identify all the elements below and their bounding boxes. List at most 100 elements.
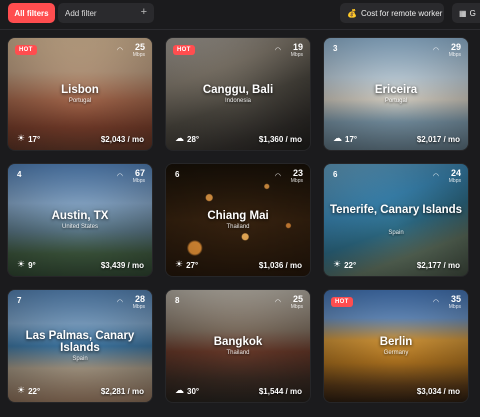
country-name: Spain (388, 230, 404, 236)
hot-badge: HOT (173, 45, 195, 55)
divider (0, 29, 480, 30)
hot-badge: HOT (15, 45, 37, 55)
country-name: Thailand (226, 224, 250, 230)
sun-icon: ☀ (17, 385, 26, 395)
wifi-icon: ◠ (274, 173, 281, 180)
wifi-speed: ◠ 28 Mbps (117, 295, 145, 311)
city-card-chiang-mai[interactable]: 6 ◠ 23 Mbps Chiang Mai Thailand ☀ 27° $1,03… (166, 164, 310, 276)
cloud-icon: ☁ (333, 133, 342, 143)
city-name: Las Palmas, Canary Islands (25, 330, 135, 354)
wifi-speed: ◠ 24 Mbps (433, 168, 461, 185)
monthly-cost: $2,281 / mo (100, 387, 144, 396)
city-card-ericeira[interactable]: 3 ◠ 29 Mbps Ericeira Portugal ☁ 17° $2,017 … (324, 38, 468, 150)
wifi-value: 29 (450, 42, 461, 52)
temperature: 27° (186, 261, 199, 270)
city-name: Ericeira (374, 84, 418, 96)
wifi-icon: ◠ (274, 299, 281, 306)
monthly-cost: $2,017 / mo (416, 135, 460, 144)
monthly-cost: $1,036 / mo (258, 261, 302, 270)
monthly-cost: $1,544 / mo (258, 387, 302, 396)
wifi-value: 25 (134, 42, 145, 52)
city-name: Austin, TX (51, 210, 109, 222)
rank-number: 4 (17, 170, 22, 179)
money-bag-icon: 💰 (347, 8, 357, 18)
partial-filter-label: G (469, 8, 476, 18)
city-name: Berlin (379, 336, 413, 348)
monthly-cost: $3,034 / mo (416, 387, 460, 396)
add-filter-label: Add filter (65, 8, 97, 18)
monthly-cost: $1,360 / mo (258, 135, 302, 144)
country-name: Germany (383, 350, 409, 356)
temperature: 9° (28, 261, 36, 270)
wifi-unit: Mbps (290, 178, 303, 184)
weather: ☀ 17° (17, 133, 40, 144)
rank-number: 6 (175, 170, 180, 179)
plus-icon: + (140, 6, 147, 18)
sun-icon: ☀ (175, 259, 184, 269)
country-name: Spain (72, 356, 88, 362)
wifi-speed: ◠ 25 Mbps (117, 42, 145, 59)
wifi-value: 23 (292, 168, 303, 178)
monthly-cost: $2,177 / mo (416, 261, 460, 270)
wifi-icon: ◠ (432, 47, 439, 54)
city-name: Canggu, Bali (202, 84, 274, 96)
wifi-icon: ◠ (432, 173, 439, 180)
wifi-value: 25 (292, 294, 303, 304)
wifi-speed: ◠ 19 Mbps (275, 42, 303, 59)
country-name: Thailand (226, 350, 250, 356)
cost-filter-button[interactable]: 💰 Cost for remote worker (340, 3, 444, 23)
weather: ☀ 22° (17, 385, 40, 396)
city-name: Bangkok (213, 336, 263, 348)
city-name: Chiang Mai (207, 210, 269, 222)
temperature: 17° (28, 135, 41, 144)
wifi-value: 24 (450, 168, 461, 178)
rank-number: 6 (333, 170, 338, 179)
wifi-icon: ◠ (116, 173, 123, 180)
temperature: 22° (344, 261, 357, 270)
city-card-berlin[interactable]: HOT ◠ 35 Mbps Berlin Germany $3,034 / mo (324, 290, 468, 402)
sun-icon: ☀ (17, 259, 26, 269)
temperature: 28° (187, 135, 200, 144)
weather: ☁ 28° (175, 133, 199, 144)
sun-icon: ☀ (333, 259, 342, 269)
wifi-unit: Mbps (132, 178, 145, 184)
weather: ☀ 22° (333, 259, 356, 270)
cloud-icon: ☁ (175, 133, 184, 143)
wifi-speed: ◠ 23 Mbps (275, 168, 303, 185)
cloud-icon: ☁ (175, 385, 184, 395)
weather: ☁ 30° (175, 385, 199, 396)
country-name: Indonesia (224, 98, 252, 104)
filter-button-partial[interactable]: ▦ G (452, 3, 480, 23)
filter-bar: All filters Add filter + 💰 Cost for remo… (0, 0, 480, 28)
wifi-speed: ◠ 25 Mbps (275, 294, 303, 311)
wifi-value: 67 (134, 168, 145, 178)
country-name: Portugal (384, 98, 408, 104)
city-card-bangkok[interactable]: 8 ◠ 25 Mbps Bangkok Thailand ☁ 30° $1,544 /… (166, 290, 310, 402)
city-card-austin[interactable]: 4 ◠ 67 Mbps Austin, TX United States ☀ 9° $… (8, 164, 152, 276)
city-card-tenerife[interactable]: 6 ◠ 24 Mbps Tenerife, Canary Islands Spain… (324, 164, 468, 276)
temperature: 22° (28, 387, 41, 396)
add-filter-button[interactable]: Add filter + (58, 3, 154, 23)
wifi-value: 19 (292, 42, 303, 52)
country-name: Portugal (68, 98, 92, 104)
wifi-unit: Mbps (132, 304, 145, 310)
weather: ☀ 27° (175, 259, 198, 270)
city-name: Tenerife, Canary Islands (329, 204, 463, 216)
all-filters-button[interactable]: All filters (8, 3, 55, 23)
wifi-unit: Mbps (448, 304, 461, 310)
wifi-speed: ◠ 67 Mbps (117, 168, 145, 185)
wifi-speed: ◠ 35 Mbps (433, 294, 461, 311)
monthly-cost: $3,439 / mo (100, 261, 144, 270)
wifi-unit: Mbps (290, 52, 303, 58)
wifi-speed: ◠ 29 Mbps (433, 42, 461, 59)
city-card-lisbon[interactable]: HOT ◠ 25 Mbps Lisbon Portugal ☀ 17° $2,043 … (8, 38, 152, 150)
sun-icon: ☀ (17, 133, 26, 143)
wifi-icon: ◠ (116, 299, 123, 306)
cost-filter-label: Cost for remote worker (360, 8, 443, 18)
wifi-value: 35 (450, 294, 461, 304)
monthly-cost: $2,043 / mo (100, 135, 144, 144)
temperature: 30° (187, 387, 200, 396)
city-card-las-palmas[interactable]: 7 ◠ 28 Mbps Las Palmas, Canary Islands Spa… (8, 290, 152, 402)
rank-number: 3 (333, 44, 338, 53)
city-card-canggu[interactable]: HOT ◠ 19 Mbps Canggu, Bali Indonesia ☁ 28° … (166, 38, 310, 150)
